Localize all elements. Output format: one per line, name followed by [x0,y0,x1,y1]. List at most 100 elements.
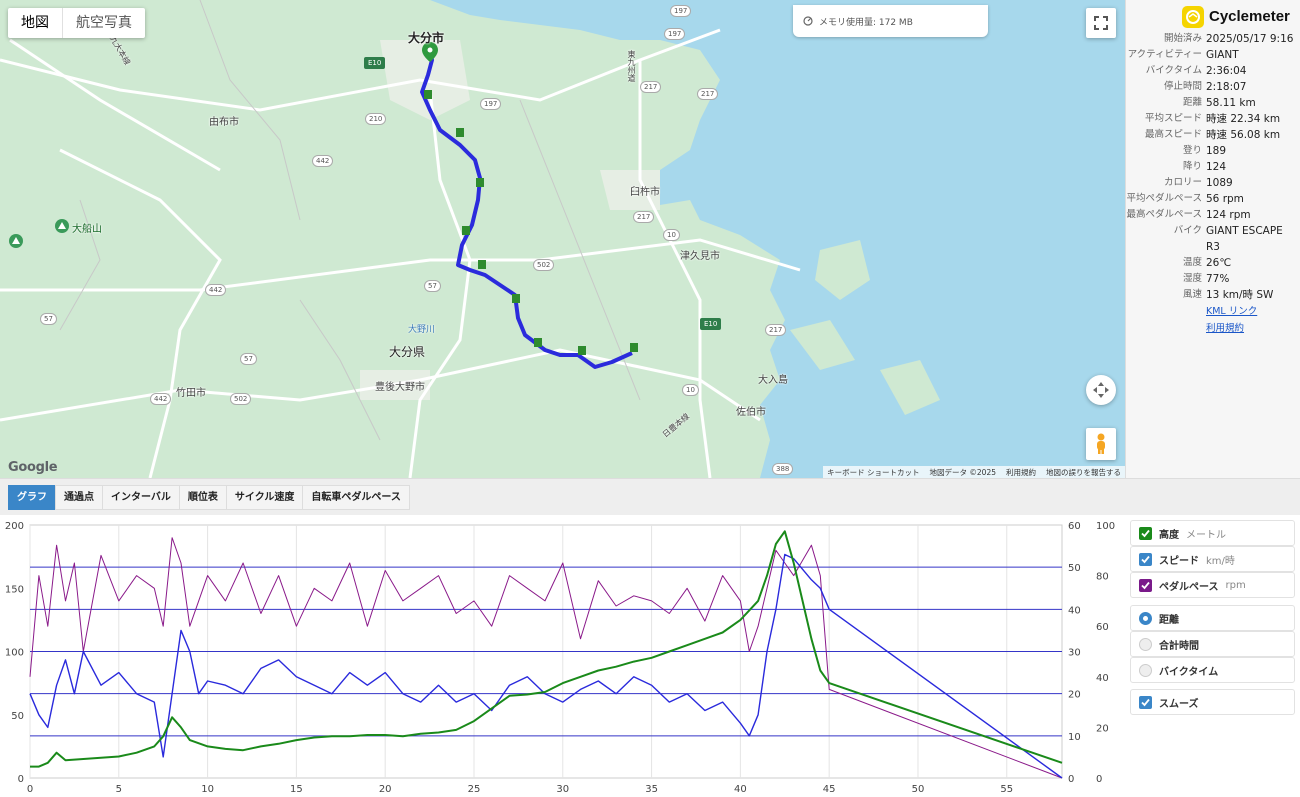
checkbox-icon[interactable] [1139,526,1152,540]
road-number-badge: 502 [230,393,252,405]
tab-1[interactable]: 通過点 [55,485,103,510]
tab-2[interactable]: インターバル [102,485,180,510]
smooth-toggle[interactable]: スムーズ [1130,689,1295,715]
x-tick-label: 5 [116,784,122,795]
map-type-control[interactable]: 地図 航空写真 [8,8,145,38]
y-right-speed-tick: 0 [1068,774,1074,785]
stat-row: カロリー 1089 [1126,175,1300,191]
tab-5[interactable]: 自転車ペダルペース [302,485,410,510]
brand-name: Cyclemeter [1209,8,1290,25]
x-tick-label: 15 [290,784,303,795]
road-number-badge: 197 [670,5,692,17]
tabs-bar: グラフ 通過点 インターバル 順位表 サイクル速度 自転車ペダルペース [0,478,1300,515]
tab-4[interactable]: サイクル速度 [225,485,304,510]
stat-label: 湿度 [1182,273,1202,284]
stat-label: 停止時間 [1163,81,1202,92]
camera-control-button[interactable] [1086,375,1116,405]
y-left-tick: 150 [5,584,24,595]
checkbox-icon[interactable] [1139,578,1152,592]
stat-row: 開始済み 2025/05/17 9:16 [1126,31,1300,47]
legend-speed[interactable]: スピード km/時 [1130,546,1295,572]
keyboard-shortcuts-link[interactable]: キーボード ショートカット [827,467,919,478]
stat-label: 平均スピード [1144,113,1202,124]
map-view[interactable]: 大分市 由布市 臼杵市 津久見市 大分県 豊後大野市 竹田市 佐伯市 大入島 大… [0,0,1125,478]
checkbox-icon[interactable] [1139,695,1152,709]
mode-distance[interactable]: 距離 [1130,605,1295,631]
x-tick-label: 35 [645,784,658,795]
stat-row: 降り 124 [1126,159,1300,175]
stat-value: 56 rpm [1206,193,1244,205]
app-root: 大分市 由布市 臼杵市 津久見市 大分県 豊後大野市 竹田市 佐伯市 大入島 大… [0,0,1300,797]
legend-altitude[interactable]: 高度 メートル [1130,520,1295,546]
stat-label: 平均ペダルペース [1126,193,1202,204]
report-error-link[interactable]: 地図の誤りを報告する [1046,467,1121,478]
road-number-badge: 442 [205,284,227,296]
y-left-tick: 100 [5,648,24,659]
checkbox-icon[interactable] [1139,552,1152,566]
google-logo: Google [8,460,58,475]
stat-label: 開始済み [1163,33,1202,44]
tab-3[interactable]: 順位表 [178,485,227,510]
x-tick-label: 55 [1000,784,1013,795]
x-tick-label: 40 [734,784,747,795]
label-oita-city: 大分市 [408,31,445,45]
stat-value: 124 [1206,161,1227,173]
street-view-button[interactable] [1086,428,1116,460]
mode-total-time[interactable]: 合計時間 [1130,631,1295,657]
label-oitariver: 大野川 [408,325,436,335]
kml-link[interactable]: KML リンク [1206,306,1257,317]
road-number-badge: 197 [664,28,686,40]
stat-row: 風速 13 km/時 SW [1126,287,1300,303]
road-number-badge: 57 [240,353,257,365]
elevation-speed-cadence-chart[interactable]: 0 5 10 15 20 25 30 35 40 45 50 55 0 10 20 30 40 50 60 0 50 10… [0,515,1125,797]
stat-value: 2:18:07 [1206,81,1247,93]
label-tsukumi: 津久見市 [680,251,720,262]
radio-icon[interactable] [1139,611,1152,625]
legend-cadence[interactable]: ペダルペース rpm [1130,572,1295,598]
y-right-cadence-tick: 80 [1096,572,1109,583]
radio-icon[interactable] [1139,637,1152,651]
map-data-credit: 地図データ ©2025 [929,467,996,477]
road-number-badge: E10 [364,57,386,69]
brand: Cyclemeter [1126,0,1300,30]
road-number-badge: 197 [480,98,502,110]
stat-row: 最高ペダルペース 124 rpm [1126,207,1300,223]
road-number-badge: 217 [697,88,719,100]
stat-value: 58.11 km [1206,97,1256,109]
stat-row: 平均ペダルペース 56 rpm [1126,191,1300,207]
tab-0[interactable]: グラフ [8,485,56,510]
radio-icon[interactable] [1139,663,1152,677]
y-right-speed-tick: 50 [1068,563,1081,574]
stat-value: 1089 [1206,177,1233,189]
mode-bike-time[interactable]: バイクタイム [1130,657,1295,683]
map-terms-link[interactable]: 利用規約 [1006,467,1036,478]
x-tick-label: 10 [201,784,214,795]
chart-legend: 高度 メートル スピード km/時 ペダルペース rpm 距離 合計時間 バイク… [1125,515,1300,797]
stat-label: バイク [1173,225,1202,236]
y-right-speed-tick: 30 [1068,648,1081,659]
terms-link[interactable]: 利用規約 [1206,323,1244,334]
fullscreen-icon [1094,16,1108,30]
road-number-badge: 217 [633,211,655,223]
view-tabs: グラフ 通過点 インターバル 順位表 サイクル速度 自転車ペダルペース [8,485,410,510]
road-number-badge: 388 [772,463,794,475]
road-number-badge: 10 [682,384,699,396]
kml-row: KML リンク [1126,303,1300,320]
stat-row: バイクタイム 2:36:04 [1126,63,1300,79]
minor-roads [59,0,641,441]
stat-label: 最高ペダルペース [1126,209,1202,220]
y-right-speed-tick: 40 [1068,605,1081,616]
stat-row: 温度 26℃ [1126,255,1300,271]
pegman-icon [1097,433,1105,454]
stat-label: 最高スピード [1144,129,1202,140]
stat-value: 189 [1206,145,1227,157]
fullscreen-button[interactable] [1086,8,1116,38]
y-right-cadence-tick: 100 [1096,521,1115,532]
label-taketa: 竹田市 [176,388,206,399]
pan-arrows-icon [1093,382,1109,398]
road-number-badge: 217 [765,324,787,336]
stat-value: 時速 56.08 km [1206,129,1281,141]
map-type-map[interactable]: 地図 [8,8,63,38]
stat-row: 湿度 77% [1126,271,1300,287]
map-type-satellite[interactable]: 航空写真 [63,8,145,38]
